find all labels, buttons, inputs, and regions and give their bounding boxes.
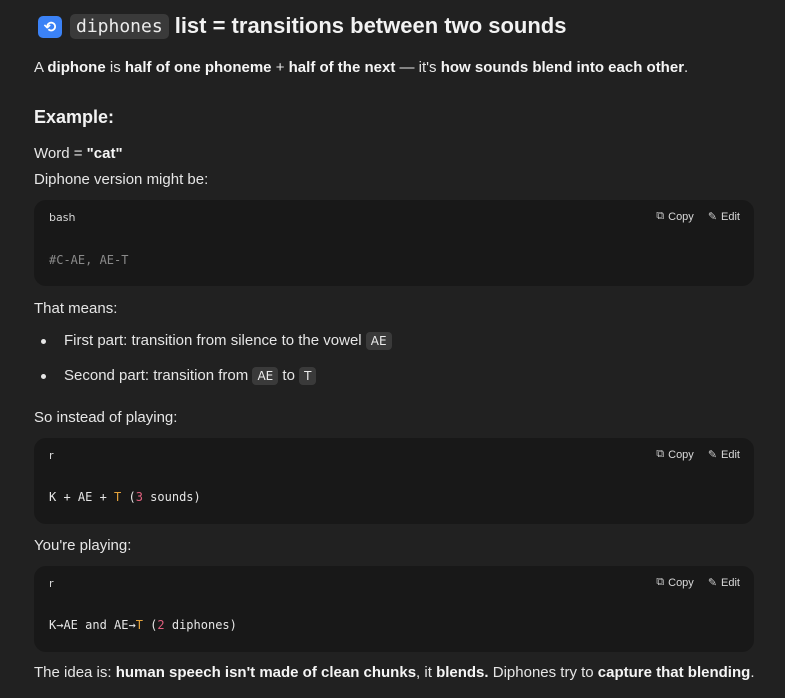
copy-icon: ⧉ [656,448,665,460]
intro-paragraph: A diphone is half of one phoneme + half … [34,59,689,76]
example-heading: Example: [34,107,115,127]
word-line: Word = "cat" [34,145,123,162]
outro-paragraph: The idea is: human speech isn't made of … [34,664,755,681]
pencil-icon: ✎ [707,577,718,589]
playing-text: You're playing: [34,537,132,554]
list-item: First part: transition from silence to t… [64,331,392,351]
instead-text: So instead of playing: [34,409,178,426]
copy-icon: ⧉ [656,576,665,588]
code-language: r [49,449,54,462]
code-block-bash: bash ⧉ Copy ✎ Edit #C-AE, AE-T [34,200,754,286]
edit-button[interactable]: ✎ Edit [707,210,740,224]
edit-button[interactable]: ✎ Edit [707,448,740,462]
title-text: list = transitions between two sounds [174,13,567,38]
code-line: K→AE and AE→T (2 diphones) [49,618,237,632]
copy-button[interactable]: ⧉ Copy [656,210,694,223]
code-block-r: r ⧉ Copy ✎ Edit K→AE and AE→T (2 diphones) [34,566,754,652]
code-line: K + AE + T (3 sounds) [49,490,201,504]
edit-button[interactable]: ✎ Edit [707,576,740,590]
code-language: r [49,577,54,590]
bullet-dot [41,374,46,379]
copy-icon: ⧉ [656,210,665,222]
code-language: bash [49,211,76,224]
repeat-icon: ⟲ [38,16,62,38]
chat-message: ⟲ diphones list = transitions between tw… [0,0,785,698]
title-code: diphones [70,13,169,39]
bullet-dot [41,339,46,344]
diphone-version-text: Diphone version might be: [34,171,209,188]
pencil-icon: ✎ [707,449,718,461]
code-block-r: r ⧉ Copy ✎ Edit K + AE + T (3 sounds) [34,438,754,524]
copy-button[interactable]: ⧉ Copy [656,448,694,461]
that-means-text: That means: [34,300,118,317]
list-item: Second part: transition from AE to T [64,366,317,386]
page-title: diphones list = transitions between two … [70,13,566,39]
pencil-icon: ✎ [707,211,718,223]
copy-button[interactable]: ⧉ Copy [656,576,694,589]
code-line: #C-AE, AE-T [49,253,129,267]
